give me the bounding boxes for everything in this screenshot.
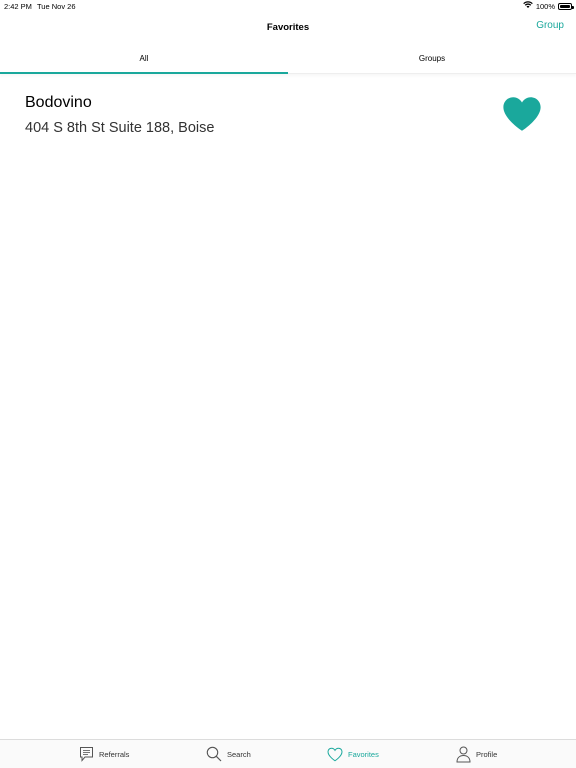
wifi-icon <box>523 1 533 11</box>
heart-outline-icon <box>327 747 343 762</box>
tab-profile-label: Profile <box>476 749 498 759</box>
status-indicators: 100% <box>523 1 574 11</box>
status-date: Tue Nov 26 <box>37 2 76 11</box>
battery-percent: 100% <box>535 1 555 11</box>
segment-control: All Groups <box>0 44 576 74</box>
favorite-name: Bodovino <box>25 94 92 111</box>
search-icon <box>206 746 222 762</box>
status-time: 2:42 PM <box>4 2 32 11</box>
tab-referrals-label: Referrals <box>99 749 130 759</box>
tab-search[interactable]: Search <box>206 744 251 764</box>
person-icon <box>456 746 471 763</box>
favorite-address: 404 S 8th St Suite 188, Boise <box>25 120 215 136</box>
tab-all[interactable]: All <box>0 44 288 74</box>
selected-tab-indicator <box>0 72 288 74</box>
tab-referrals[interactable]: Referrals <box>79 744 129 764</box>
tab-groups-label: Groups <box>418 54 446 63</box>
tab-all-label: All <box>139 54 149 63</box>
navigation-bar: Favorites Group <box>0 12 576 44</box>
favorite-list-item[interactable]: Bodovino 404 S 8th St Suite 188, Boise <box>0 84 576 148</box>
status-bar: 2:42 PM Tue Nov 26 100% <box>0 0 576 12</box>
tab-profile[interactable]: Profile <box>456 744 497 764</box>
chat-bubble-icon <box>79 746 94 762</box>
tab-search-label: Search <box>227 749 251 759</box>
heart-icon[interactable] <box>502 96 542 132</box>
group-button[interactable]: Group <box>536 20 564 31</box>
page-title: Favorites <box>266 22 310 33</box>
tab-bar: Referrals Search Favorites Profile <box>0 739 576 768</box>
tab-favorites[interactable]: Favorites <box>327 744 379 764</box>
tab-favorites-label: Favorites <box>348 749 379 759</box>
tab-groups[interactable]: Groups <box>288 44 576 74</box>
battery-icon <box>558 2 574 10</box>
